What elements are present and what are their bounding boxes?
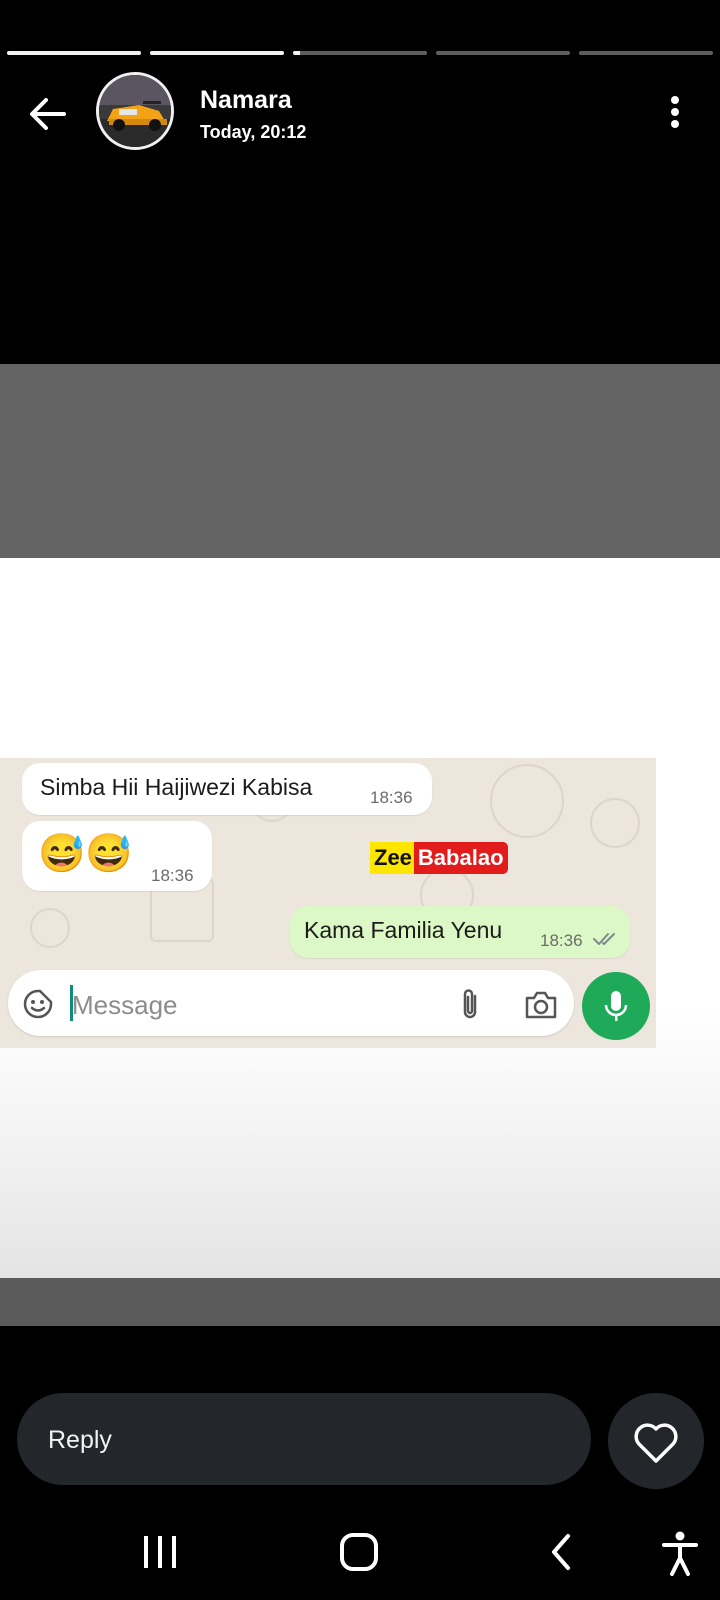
more-vertical-icon (671, 96, 679, 128)
message-text: Kama Familia Yenu (304, 917, 503, 943)
watermark-part-1: Zee (370, 842, 414, 874)
progress-fill (7, 51, 141, 55)
like-button[interactable] (608, 1393, 704, 1489)
story-image-bottom-band (0, 1278, 720, 1326)
message-time: 18:36 (540, 931, 583, 950)
story-progress-segment-3 (293, 51, 427, 55)
double-check-icon (593, 933, 615, 945)
wallpaper-doodle (590, 798, 640, 848)
camera-icon (525, 991, 557, 1019)
watermark-part-2: Babalao (413, 842, 508, 874)
avatar[interactable] (96, 72, 174, 150)
message-text: Simba Hii Haijiwezi Kabisa (40, 774, 313, 800)
back-chevron-icon[interactable] (546, 1532, 576, 1572)
heart-icon (634, 1423, 678, 1463)
recent-apps-icon[interactable] (140, 1534, 180, 1570)
arrow-left-icon (30, 98, 66, 130)
story-timestamp: Today, 20:12 (200, 122, 307, 142)
progress-fill (150, 51, 284, 55)
wallpaper-doodle (30, 908, 70, 948)
more-options-button[interactable] (660, 92, 690, 132)
accessibility-icon[interactable] (660, 1530, 700, 1576)
story-progress-segment-5 (579, 51, 713, 55)
watermark-logo: Zee Babalao (370, 842, 508, 874)
emoji-message: 😅😅 (38, 833, 133, 875)
message-placeholder: Message (72, 990, 178, 1020)
reply-placeholder: Reply (48, 1426, 112, 1454)
story-progress-segment-2 (150, 51, 284, 55)
mic-button (582, 972, 650, 1040)
sticker-icon (23, 989, 53, 1019)
attachment-icon (463, 989, 477, 1019)
microphone-icon (604, 991, 628, 1021)
car-photo (99, 75, 171, 147)
message-time: 18:36 (151, 866, 194, 885)
story-progress-segment-4 (436, 51, 570, 55)
story-author-name[interactable]: Namara (200, 86, 292, 115)
story-progress-segment-1 (7, 51, 141, 55)
message-time: 18:36 (370, 788, 413, 807)
story-image-top-band (0, 364, 720, 558)
home-icon[interactable] (338, 1532, 380, 1572)
progress-fill (293, 51, 300, 55)
wallpaper-doodle (490, 764, 564, 838)
back-button[interactable] (26, 92, 70, 136)
